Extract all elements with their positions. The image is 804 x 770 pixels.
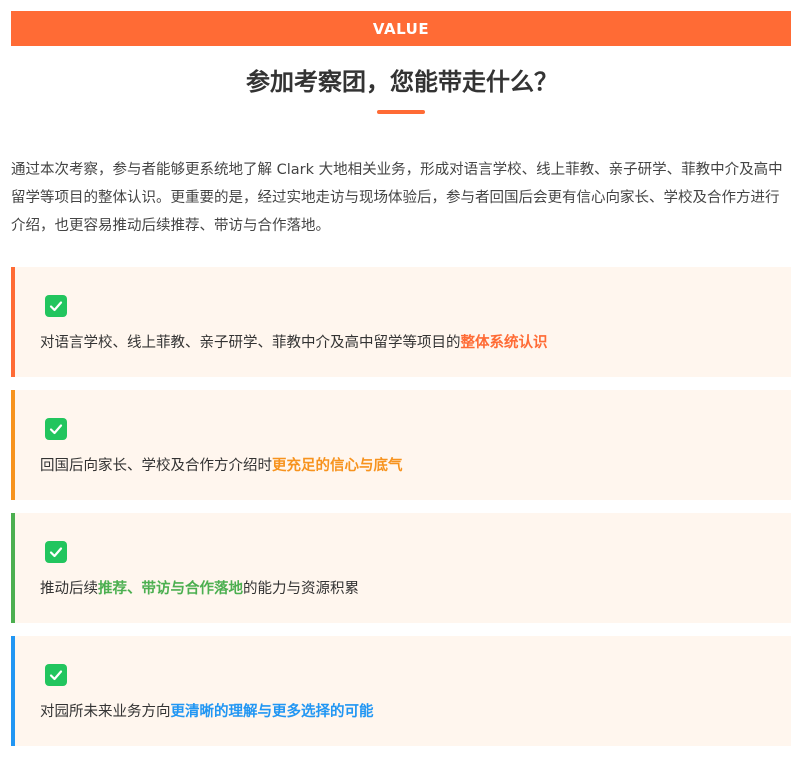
- title-underline: [377, 110, 425, 114]
- intro-paragraph: 通过本次考察，参与者能够更系统地了解 Clark 大地相关业务，形成对语言学校、…: [11, 162, 783, 234]
- check-icon: [45, 664, 67, 686]
- check-icon: [45, 295, 67, 317]
- card-text: 回国后向家长、学校及合作方介绍时更充足的信心与底气: [40, 454, 780, 475]
- card-text-prefix: 回国后向家长、学校及合作方介绍时: [40, 458, 272, 474]
- value-card-4: 对园所未来业务方向更清晰的理解与更多选择的可能: [11, 636, 791, 746]
- value-card-2: 回国后向家长、学校及合作方介绍时更充足的信心与底气: [11, 390, 791, 500]
- card-highlight: 更充足的信心与底气: [272, 458, 403, 474]
- check-icon: [45, 541, 67, 563]
- card-highlight: 更清晰的理解与更多选择的可能: [170, 704, 374, 720]
- card-text-prefix: 对园所未来业务方向: [40, 704, 171, 720]
- value-banner: VALUE: [11, 11, 791, 46]
- value-card-1: 对语言学校、线上菲教、亲子研学、菲教中介及高中留学等项目的整体系统认识: [11, 267, 791, 377]
- page-title: 参加考察团，您能带走什么？: [246, 68, 558, 96]
- card-highlight: 整体系统认识: [460, 335, 548, 351]
- card-text: 推动后续推荐、带访与合作落地的能力与资源积累: [40, 577, 780, 598]
- card-highlight: 推荐、带访与合作落地: [98, 581, 243, 597]
- check-icon: [45, 418, 67, 440]
- card-text-prefix: 对语言学校、线上菲教、亲子研学、菲教中介及高中留学等项目的: [40, 335, 461, 351]
- banner-label: VALUE: [372, 19, 430, 38]
- card-text: 对语言学校、线上菲教、亲子研学、菲教中介及高中留学等项目的整体系统认识: [40, 331, 780, 352]
- card-text-prefix: 推动后续: [40, 581, 98, 597]
- value-card-3: 推动后续推荐、带访与合作落地的能力与资源积累: [11, 513, 791, 623]
- card-text-suffix: 的能力与资源积累: [243, 581, 359, 597]
- card-text: 对园所未来业务方向更清晰的理解与更多选择的可能: [40, 700, 780, 721]
